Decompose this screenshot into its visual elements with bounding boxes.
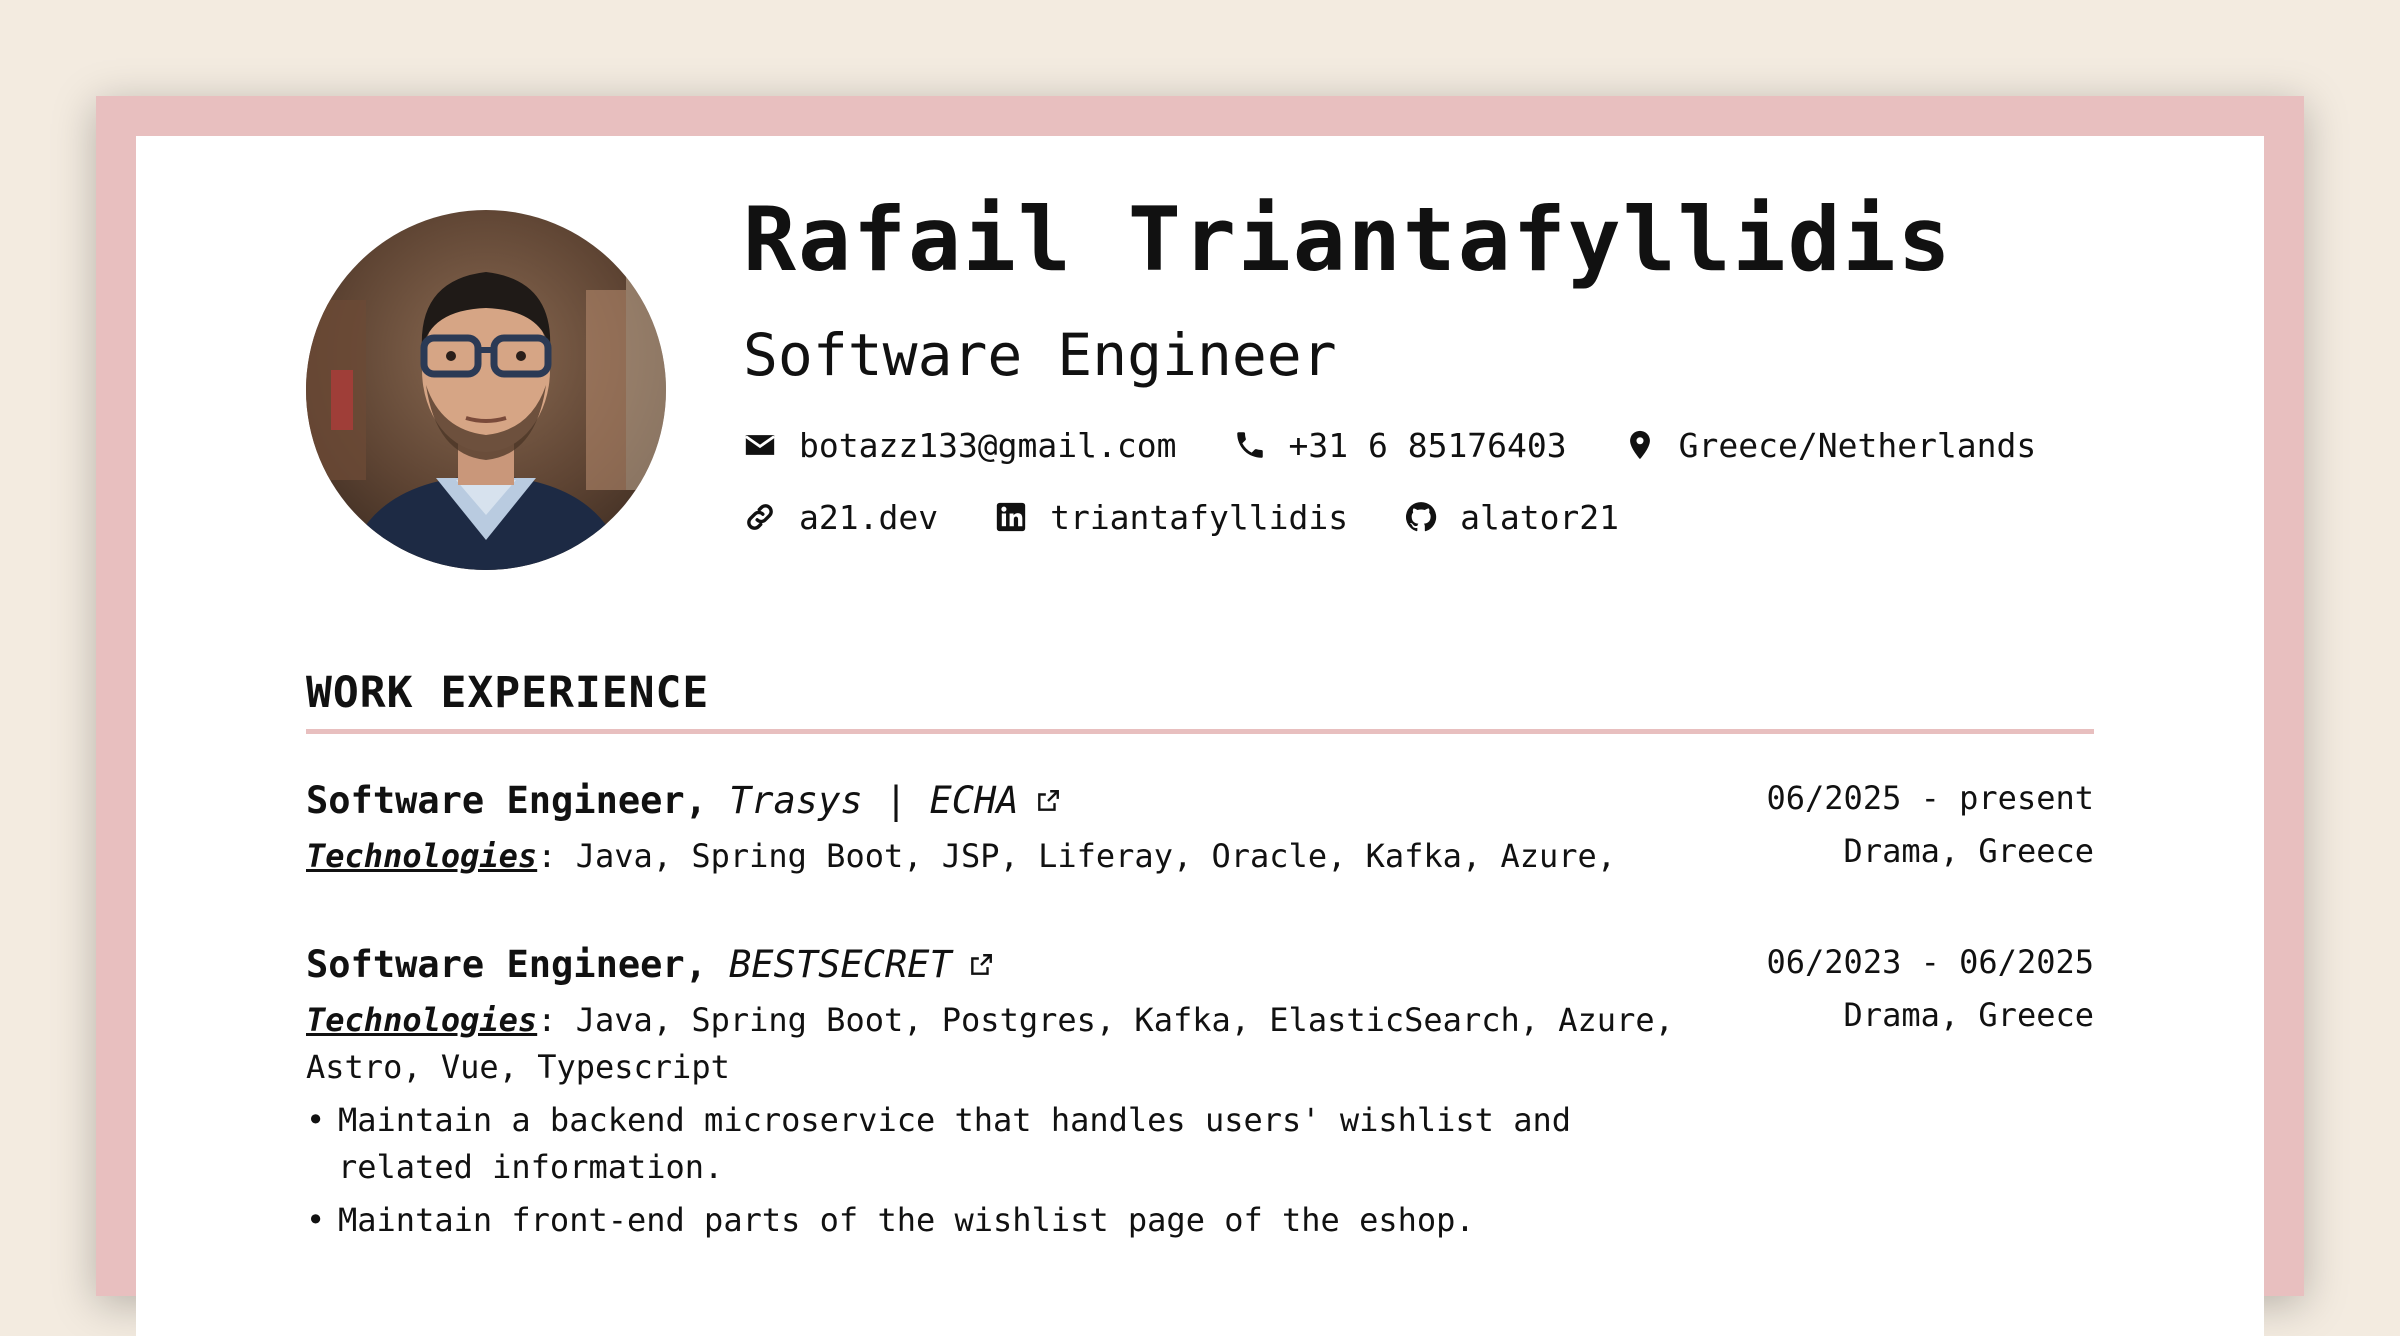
job-technologies: Technologies: Java, Spring Boot, Postgre… bbox=[306, 997, 1706, 1091]
job-dates: 06/2025 - present bbox=[1766, 779, 2094, 817]
contact-row-primary: botazz133@gmail.com +31 6 85176403 Greec… bbox=[743, 428, 2083, 462]
section-divider bbox=[306, 729, 2094, 734]
job-role: Software Engineer bbox=[743, 321, 1337, 389]
job-entry: Software Engineer, BESTSECRET 06/2023 - … bbox=[306, 943, 2094, 1250]
contact-website-text: a21.dev bbox=[799, 497, 939, 537]
resume-sheet: Rafail Triantafyllidis Software Engineer… bbox=[136, 136, 2264, 1336]
job-location: Drama, Greece bbox=[1843, 996, 2094, 1034]
external-link-icon[interactable] bbox=[968, 952, 994, 978]
mail-icon bbox=[743, 428, 777, 462]
job-bullets: Maintain a backend microservice that han… bbox=[306, 1097, 1706, 1244]
contact-location-text: Greece/Netherlands bbox=[1678, 425, 2037, 465]
linkedin-icon bbox=[994, 500, 1028, 534]
job-company: Trasys | ECHA bbox=[728, 779, 1019, 822]
page-frame: Rafail Triantafyllidis Software Engineer… bbox=[96, 96, 2304, 1336]
contact-github-text: alator21 bbox=[1460, 497, 1620, 537]
list-item: Maintain a backend microservice that han… bbox=[306, 1097, 1706, 1191]
tech-label: Technologies bbox=[306, 837, 538, 875]
contact-email-text: botazz133@gmail.com bbox=[799, 425, 1177, 465]
contact-phone-text: +31 6 85176403 bbox=[1288, 425, 1567, 465]
job-entry: Software Engineer, Trasys | ECHA 06/2025… bbox=[306, 779, 2094, 880]
job-meta: 06/2025 - present Drama, Greece bbox=[1766, 772, 2094, 878]
job-position: Software Engineer, bbox=[306, 779, 707, 822]
section-title-work: WORK EXPERIENCE bbox=[306, 668, 710, 718]
job-meta: 06/2023 - 06/2025 Drama, Greece bbox=[1766, 936, 2094, 1042]
job-technologies: Technologies: Java, Spring Boot, JSP, Li… bbox=[306, 833, 1706, 880]
job-location: Drama, Greece bbox=[1843, 832, 2094, 870]
contact-linkedin[interactable]: triantafyllidis bbox=[994, 500, 1348, 534]
contact-github[interactable]: alator21 bbox=[1404, 500, 1619, 534]
link-icon bbox=[743, 500, 777, 534]
header: Rafail Triantafyllidis Software Engineer… bbox=[743, 196, 2083, 534]
job-position: Software Engineer, bbox=[306, 943, 707, 986]
contact-website[interactable]: a21.dev bbox=[743, 500, 938, 534]
tech-list: : Java, Spring Boot, JSP, Liferay, Oracl… bbox=[537, 837, 1617, 875]
contact-row-secondary: a21.dev triantafyllidis alator21 bbox=[743, 500, 2083, 534]
contact-location: Greece/Netherlands bbox=[1623, 425, 2037, 465]
location-icon bbox=[1623, 428, 1657, 462]
github-icon bbox=[1404, 500, 1438, 534]
contact-linkedin-text: triantafyllidis bbox=[1050, 497, 1349, 537]
external-link-icon[interactable] bbox=[1035, 788, 1061, 814]
phone-icon bbox=[1233, 428, 1267, 462]
tech-label: Technologies bbox=[306, 1001, 538, 1039]
contact-phone[interactable]: +31 6 85176403 bbox=[1233, 428, 1567, 462]
avatar bbox=[306, 210, 666, 570]
job-company: BESTSECRET bbox=[728, 943, 952, 986]
contact-email[interactable]: botazz133@gmail.com bbox=[743, 428, 1177, 462]
avatar-photo bbox=[306, 210, 666, 570]
full-name: Rafail Triantafyllidis bbox=[743, 188, 1953, 291]
job-dates: 06/2023 - 06/2025 bbox=[1766, 943, 2094, 981]
list-item: Maintain front-end parts of the wishlist… bbox=[306, 1197, 1706, 1244]
